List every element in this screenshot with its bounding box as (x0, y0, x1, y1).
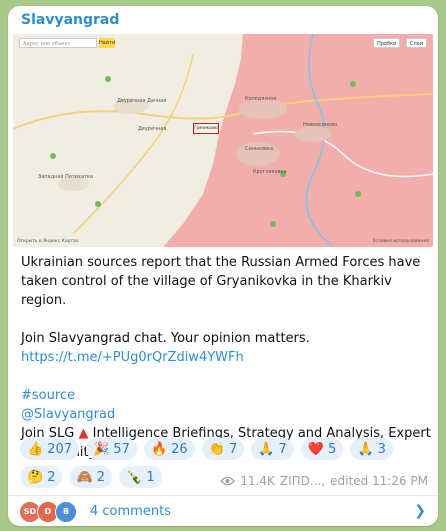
praying-hands-icon: 🙏 (258, 441, 275, 457)
reaction-count: 1 (146, 469, 155, 485)
reaction-count: 3 (377, 441, 386, 457)
heart-icon: ❤️ (307, 441, 325, 457)
map-label: Новоосиново (303, 122, 338, 128)
see-no-evil-monkey-icon: 🙈 (76, 469, 93, 485)
champagne-icon: 🍾 (126, 469, 143, 485)
map-label: Западная Пятихатка (38, 174, 93, 180)
reaction-button[interactable]: 👏 7 (201, 438, 245, 460)
chevron-right-icon: ❯ (414, 503, 426, 519)
map-label: Двуречная (138, 126, 167, 132)
chat-link[interactable]: https://t.me/+PUg0rQrZdiw4YWFh (21, 348, 431, 367)
reaction-count: 7 (278, 441, 287, 457)
reaction-button[interactable]: 🍾 1 (119, 466, 162, 488)
reaction-count: 2 (96, 469, 106, 485)
reaction-count: 7 (228, 441, 238, 457)
reaction-button[interactable]: 🤔 2 (20, 466, 63, 488)
edited-time: edited 11:26 PM (330, 474, 428, 488)
party-popper-icon: 🎉 (93, 441, 110, 457)
channel-name[interactable]: Slavyangrad (21, 12, 119, 28)
highlighted-village-marker[interactable]: Гряниковка (193, 123, 219, 134)
map-search-button[interactable]: Найти (99, 38, 115, 48)
thumbs-up-icon: 👍 (27, 441, 44, 457)
view-count: 11.4K (240, 474, 275, 488)
map-label: Кругляковка (253, 169, 287, 175)
post-text: Ukrainian sources report that the Russia… (21, 253, 431, 462)
reaction-button[interactable]: 🙏 3 (350, 438, 393, 460)
reaction-button[interactable]: 🎉 57 (86, 438, 137, 460)
map-terms-link[interactable]: Условия использования (373, 239, 429, 244)
reaction-count: 57 (113, 441, 130, 457)
post-paragraph: Join Slavyangrad chat. Your opinion matt… (21, 331, 310, 346)
praying-hands-icon: 🙏 (357, 441, 374, 457)
reaction-button[interactable]: 🔥 26 (143, 438, 195, 460)
hashtag-link[interactable]: #source (21, 386, 431, 405)
map-label: Двуречная Дачная (117, 98, 167, 104)
reaction-count: 5 (328, 441, 337, 457)
reaction-count: 207 (47, 441, 73, 457)
reaction-count: 26 (171, 441, 188, 457)
map-search-input[interactable]: Адрес или объект (19, 38, 97, 48)
reaction-button[interactable]: 🙏 7 (251, 438, 294, 460)
mention-link[interactable]: @Slavyangrad (21, 405, 431, 424)
map-label: Колодязное (245, 96, 277, 102)
post-author: ZIПD..., (279, 474, 326, 488)
reaction-button[interactable]: 🙈 2 (69, 466, 113, 488)
comments-button[interactable]: SD D B 4 comments ❯ (8, 496, 438, 526)
clapping-hands-icon: 👏 (208, 441, 225, 457)
post-paragraph: Ukrainian sources report that the Russia… (21, 255, 421, 308)
map-image[interactable]: Адрес или объект Найти Пробки Слои Двуре… (13, 34, 433, 247)
map-layers-button[interactable]: Слои (406, 38, 427, 48)
map-label: Синьковка (245, 146, 274, 152)
thinking-face-icon: 🤔 (27, 469, 44, 485)
reaction-count: 2 (47, 469, 56, 485)
map-traffic-button[interactable]: Пробки (373, 38, 401, 48)
map-open-link[interactable]: Открыть в Яндекс Картах (17, 239, 79, 244)
fire-icon: 🔥 (150, 441, 168, 457)
reaction-button[interactable]: ❤️ 5 (300, 438, 344, 460)
eye-icon (220, 476, 236, 486)
avatar: B (55, 501, 77, 523)
map-canvas (13, 34, 433, 247)
channel-post: Slavyangrad Адрес или объект Найти Пробк… (8, 6, 438, 526)
reaction-button[interactable]: 👍 207 (20, 438, 80, 460)
post-meta: 11.4K ZIПD..., edited 11:26 PM (220, 474, 428, 488)
comments-label: 4 comments (90, 504, 171, 519)
